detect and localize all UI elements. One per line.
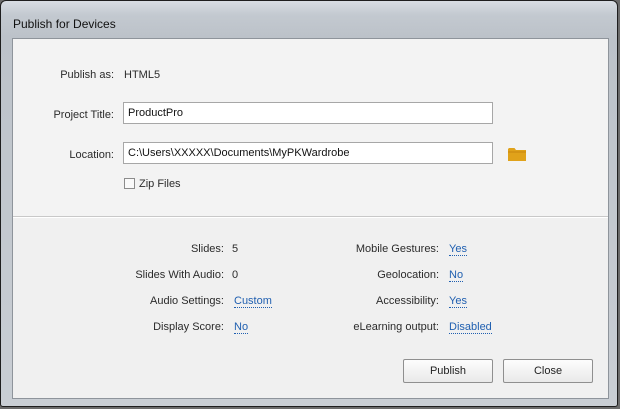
dialog-title: Publish for Devices — [13, 17, 116, 31]
zip-files-checkbox[interactable] — [124, 178, 135, 189]
section-divider — [13, 216, 608, 218]
accessibility-link[interactable]: Yes — [449, 295, 467, 308]
slides-value: 5 — [232, 243, 239, 255]
elearning-output-label: eLearning output: — [353, 321, 439, 333]
accessibility-label: Accessibility: — [376, 295, 439, 307]
publish-as-value: HTML5 — [124, 69, 161, 81]
location-input[interactable] — [123, 142, 493, 164]
location-label: Location: — [69, 149, 114, 161]
slides-with-audio-value: 0 — [232, 269, 239, 281]
display-score-link[interactable]: No — [234, 321, 249, 334]
title-bar[interactable]: Publish for Devices — [1, 1, 617, 35]
geolocation-link[interactable]: No — [449, 269, 464, 282]
elearning-output-link[interactable]: Disabled — [449, 321, 492, 334]
publish-dialog: Publish for Devices Publish as: HTML5 Pr… — [0, 0, 618, 407]
mobile-gestures-link[interactable]: Yes — [449, 243, 467, 256]
audio-settings-label: Audio Settings: — [150, 295, 224, 307]
zip-files-label[interactable]: Zip Files — [139, 178, 181, 190]
project-title-label: Project Title: — [53, 109, 114, 121]
settings-panel: Publish as: HTML5 Project Title: Locatio… — [13, 39, 608, 217]
project-title-input[interactable] — [123, 102, 493, 124]
display-score-label: Display Score: — [153, 321, 224, 333]
slides-label: Slides: — [190, 243, 224, 255]
slides-with-audio-label: Slides With Audio: — [135, 269, 224, 281]
folder-icon[interactable] — [508, 147, 526, 161]
publish-button[interactable]: Publish — [403, 359, 493, 383]
mobile-gestures-label: Mobile Gestures: — [355, 243, 439, 255]
close-button[interactable]: Close — [503, 359, 593, 383]
geolocation-label: Geolocation: — [377, 269, 439, 281]
publish-as-label: Publish as: — [60, 69, 114, 81]
dialog-body: Publish as: HTML5 Project Title: Locatio… — [12, 38, 609, 399]
